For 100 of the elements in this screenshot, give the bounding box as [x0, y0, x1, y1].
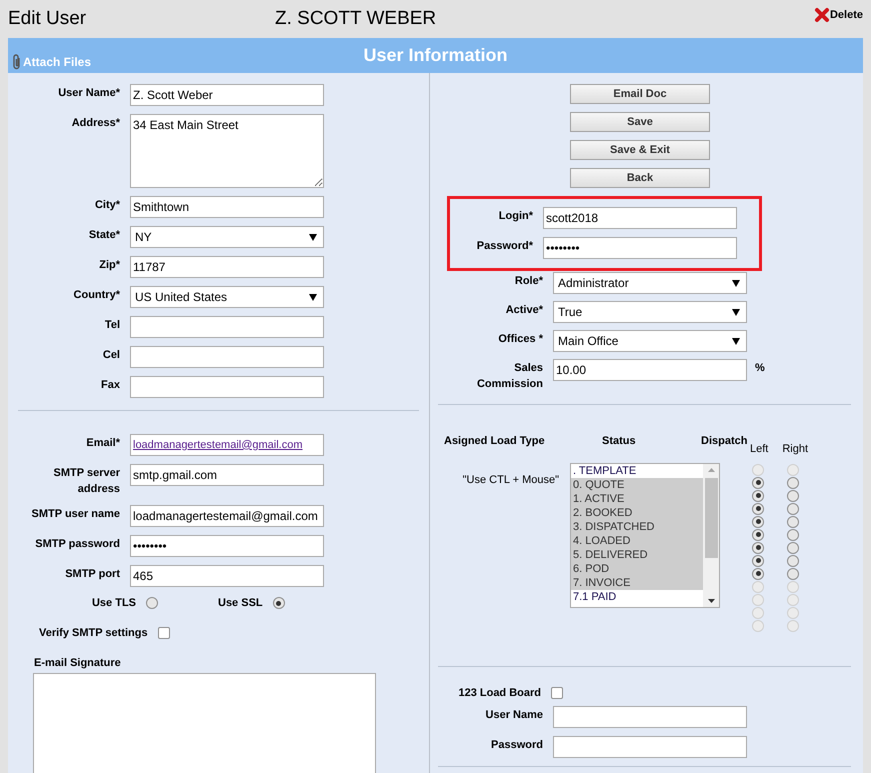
hint-text: "Use CTL + Mouse" — [462, 474, 559, 486]
list-item[interactable]: 0. QUOTE — [571, 478, 703, 492]
radio-button[interactable] — [752, 568, 764, 580]
dropdown[interactable]: US United States — [130, 286, 324, 308]
status-list[interactable]: . TEMPLATE 0. QUOTE 1. ACTIVE 2. BOOKED 3. DISPATCHED 4. LOADED 5. DELIVERED 6. POD 7. INVOICE 7.1 PAID — [570, 462, 720, 608]
text-field[interactable]: 11787 — [130, 256, 324, 278]
field-label: Offices * — [498, 332, 543, 347]
radio-button[interactable] — [752, 476, 764, 488]
field-label: SMTP password — [35, 537, 120, 552]
action-button[interactable]: Save & Exit — [570, 140, 710, 160]
radio-button[interactable] — [752, 542, 764, 554]
column-heading: Dispatch — [701, 434, 748, 449]
radio-button[interactable] — [752, 490, 764, 502]
signature-field[interactable] — [33, 672, 376, 773]
field-label: Tel — [104, 318, 120, 333]
dropdown-arrow-icon — [309, 234, 317, 240]
dropdown-arrow-icon — [732, 308, 740, 316]
dropdown[interactable]: True — [553, 301, 747, 323]
checkbox[interactable] — [551, 687, 563, 700]
checkbox-label: 123 Load Board — [457, 686, 541, 701]
field-label: Cel — [102, 348, 120, 363]
dropdown-arrow-icon — [732, 280, 740, 286]
text-field[interactable]: Z. Scott Weber — [130, 84, 324, 106]
radio-button[interactable] — [787, 476, 799, 488]
text-field[interactable]: •••••••• — [543, 237, 737, 259]
field-label: Password — [491, 738, 543, 752]
radio-button[interactable] — [752, 554, 764, 566]
percent-sign: % — [755, 361, 765, 376]
column-label: Right — [782, 442, 808, 456]
field-label: State* — [88, 228, 120, 243]
radio-label: Use SSL — [218, 596, 263, 611]
address-field[interactable]: 34 East Main Street — [130, 114, 324, 188]
radio-button[interactable] — [787, 490, 799, 502]
column-heading: Status — [602, 434, 637, 449]
radio-button[interactable] — [752, 516, 764, 528]
radio-button[interactable] — [752, 502, 764, 514]
scroll-up-icon[interactable] — [708, 468, 714, 472]
list-item[interactable]: 4. LOADED — [571, 534, 703, 548]
radio-button[interactable] — [787, 516, 799, 528]
text-field[interactable]: 10.00 — [553, 359, 747, 381]
text-field[interactable] — [130, 346, 324, 368]
list-item[interactable]: 6. POD — [571, 562, 703, 576]
dropdown-arrow-icon — [309, 294, 317, 300]
radio-button[interactable] — [272, 597, 285, 610]
field-label: SMTP server address — [52, 466, 120, 497]
column-heading: Asigned Load Type — [444, 434, 546, 449]
text-field[interactable] — [130, 376, 324, 398]
radio-button[interactable] — [787, 568, 799, 580]
list-item[interactable]: 5. DELIVERED — [571, 548, 703, 562]
action-button[interactable]: Save — [570, 112, 710, 132]
field-label: User Name* — [58, 86, 120, 101]
list-item[interactable]: 1. ACTIVE — [571, 492, 703, 506]
field-label: SMTP user name — [32, 507, 120, 522]
text-field[interactable] — [130, 316, 324, 338]
text-field[interactable]: scott2018 — [543, 207, 737, 229]
field-label: User Name — [486, 708, 543, 722]
checkbox[interactable] — [158, 626, 170, 639]
dropdown[interactable]: Main Office — [553, 330, 747, 352]
radio-button[interactable] — [146, 597, 158, 610]
action-button[interactable]: Email Doc — [570, 84, 710, 104]
text-field[interactable]: loadmanagertestemail@gmail.com — [130, 505, 324, 527]
close-icon — [814, 7, 830, 24]
list-item[interactable]: 3. DISPATCHED — [571, 520, 703, 534]
field-label: City* — [94, 198, 120, 213]
column-label: Left — [750, 442, 768, 456]
scroll-down-icon[interactable] — [708, 598, 714, 602]
dropdown[interactable]: Administrator — [553, 272, 747, 294]
list-item[interactable]: 7. INVOICE — [571, 576, 703, 590]
field-label: Role* — [514, 274, 543, 289]
field-label: Zip* — [99, 258, 120, 273]
dropdown[interactable]: NY — [130, 226, 324, 248]
text-field[interactable]: 465 — [130, 565, 324, 587]
field-label: Sales Commission — [476, 361, 543, 392]
radio-button[interactable] — [787, 542, 799, 554]
text-field[interactable]: •••••••• — [130, 535, 324, 557]
text-field[interactable] — [553, 706, 747, 728]
radio-label: Use TLS — [92, 596, 136, 611]
user-name-title: Z. SCOTT WEBER — [275, 6, 436, 31]
text-field[interactable]: Smithtown — [130, 196, 324, 218]
field-label: SMTP port — [65, 567, 120, 582]
action-button[interactable]: Back — [570, 168, 710, 188]
field-label: Login* — [498, 209, 533, 224]
radio-button[interactable] — [787, 528, 799, 540]
dropdown-arrow-icon — [732, 338, 740, 344]
checkbox-label: Verify SMTP settings — [39, 626, 148, 640]
text-field[interactable] — [553, 736, 747, 758]
radio-button[interactable] — [787, 502, 799, 514]
delete-button[interactable]: Delete — [814, 7, 863, 24]
scrollbar[interactable] — [703, 464, 719, 606]
section-title: User Information — [363, 44, 508, 67]
list-item[interactable]: 2. BOOKED — [571, 506, 703, 520]
radio-button[interactable] — [787, 554, 799, 566]
page-title: Edit User — [8, 6, 88, 31]
field-label: Fax — [101, 378, 120, 393]
signature-label: E-mail Signature — [33, 656, 122, 671]
field-label: Password* — [476, 239, 533, 254]
radio-button[interactable] — [752, 528, 764, 540]
text-field[interactable]: smtp.gmail.com — [130, 464, 324, 486]
field-label: Active* — [506, 303, 543, 318]
email-field[interactable]: loadmanagertestemail@gmail.com — [130, 434, 324, 456]
